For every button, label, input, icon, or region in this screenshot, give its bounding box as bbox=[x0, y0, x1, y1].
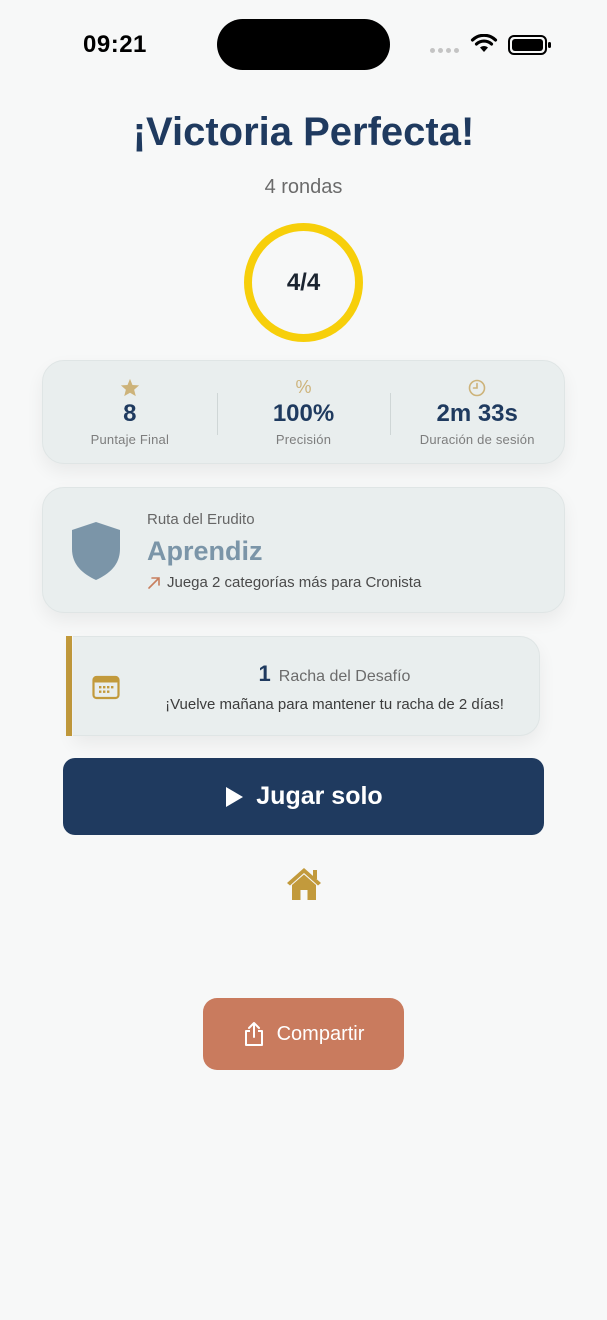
stat-value: 100% bbox=[272, 399, 335, 427]
result-title: ¡Victoria Perfecta! bbox=[132, 110, 475, 154]
stat-label: Puntaje Final bbox=[90, 431, 170, 447]
cellular-signal-icon bbox=[430, 48, 459, 53]
results-screen: 09:21 ¡Victoria Perfecta! 4 rondas 4/4 8… bbox=[0, 0, 607, 1320]
percent-icon: % bbox=[295, 377, 312, 397]
stat-session-duration: 2m 33s Duración de sesión bbox=[390, 361, 564, 463]
stat-final-score: 8 Puntaje Final bbox=[43, 361, 217, 463]
challenge-streak: 1 Racha del Desafío ¡Vuelve mañana para … bbox=[66, 636, 540, 736]
path-hint: Juega 2 categorías más para Cronista bbox=[147, 574, 421, 591]
status-time: 09:21 bbox=[83, 31, 147, 58]
rounds-count: 4 rondas bbox=[264, 176, 343, 198]
shield-icon bbox=[72, 522, 120, 580]
clock-icon bbox=[468, 378, 486, 398]
path-hint-text: Juega 2 categorías más para Cronista bbox=[167, 574, 422, 591]
stats-card: 8 Puntaje Final % 100% Precisión 2m 33s … bbox=[42, 360, 565, 464]
stat-value: 2m 33s bbox=[436, 399, 518, 427]
calendar-icon bbox=[92, 675, 120, 700]
score-value: 4/4 bbox=[286, 268, 321, 296]
stat-label: Duración de sesión bbox=[419, 431, 535, 447]
dynamic-island bbox=[217, 19, 390, 70]
share-label: Compartir bbox=[276, 1022, 365, 1045]
path-kicker: Ruta del Erudito bbox=[147, 511, 255, 528]
battery-icon bbox=[508, 35, 551, 55]
play-icon bbox=[226, 786, 244, 807]
streak-count: 1 bbox=[258, 661, 271, 686]
arrow-up-right-icon bbox=[148, 576, 160, 589]
home-icon[interactable] bbox=[285, 866, 323, 902]
stat-accuracy: % 100% Precisión bbox=[216, 361, 391, 463]
score-ring: 4/4 bbox=[244, 223, 363, 342]
streak-header: 1 Racha del Desafío bbox=[143, 661, 526, 687]
path-level: Aprendiz bbox=[147, 536, 263, 566]
stat-value: 8 bbox=[123, 399, 137, 427]
streak-accent-bar bbox=[66, 636, 72, 736]
wifi-icon bbox=[470, 34, 498, 52]
stat-label: Precisión bbox=[275, 431, 332, 447]
scholar-path-card: Ruta del Erudito Aprendiz Juega 2 catego… bbox=[42, 487, 565, 613]
streak-label: Racha del Desafío bbox=[278, 668, 411, 685]
streak-message: ¡Vuelve mañana para mantener tu racha de… bbox=[165, 696, 504, 713]
share-button[interactable]: Compartir bbox=[203, 998, 404, 1070]
streak-card: 1 Racha del Desafío ¡Vuelve mañana para … bbox=[73, 636, 540, 736]
play-solo-button[interactable]: Jugar solo bbox=[63, 758, 544, 835]
share-icon bbox=[244, 1022, 263, 1046]
star-icon bbox=[120, 378, 140, 398]
play-solo-label: Jugar solo bbox=[256, 782, 383, 810]
